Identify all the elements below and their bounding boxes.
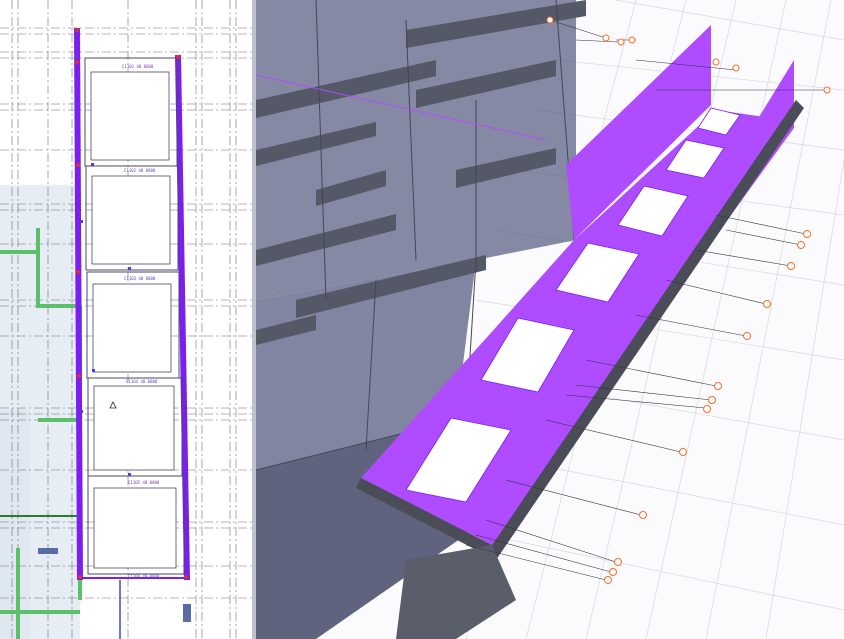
cad-application-window: C1101 40 0800 C1102 40 0800 C1103 40 080… bbox=[0, 0, 844, 639]
grid-bubble[interactable] bbox=[787, 262, 795, 270]
plan-cell-label: C1106 40 0800 bbox=[128, 574, 160, 579]
plan-cell-label: C1103 40 0800 bbox=[124, 276, 156, 281]
plan-cell[interactable]: C1101 40 0800 bbox=[84, 57, 178, 167]
grid-bubble[interactable] bbox=[803, 230, 811, 238]
grid-bubble[interactable] bbox=[703, 405, 711, 413]
plan-cell-label: C1101 40 0800 bbox=[122, 64, 154, 69]
grid-bubble[interactable] bbox=[679, 448, 687, 456]
3d-model-canvas[interactable] bbox=[256, 0, 844, 639]
grid-bubble[interactable] bbox=[639, 511, 647, 519]
grid-bubble[interactable] bbox=[708, 396, 716, 404]
grid-bubble[interactable] bbox=[614, 558, 622, 566]
stair-block bbox=[396, 545, 516, 639]
door-symbol bbox=[38, 548, 58, 554]
grid-bubble[interactable] bbox=[609, 568, 617, 576]
room-area-lower bbox=[0, 410, 30, 639]
grid-bubble[interactable] bbox=[763, 300, 771, 308]
grid-bubble[interactable] bbox=[797, 241, 805, 249]
column-marker bbox=[183, 604, 191, 622]
plan-view-viewport[interactable]: C1101 40 0800 C1102 40 0800 C1103 40 080… bbox=[0, 0, 252, 639]
plan-drawing-canvas[interactable]: C1101 40 0800 C1102 40 0800 C1103 40 080… bbox=[0, 0, 252, 639]
grid-bubble[interactable] bbox=[712, 58, 720, 66]
grid-bubble[interactable] bbox=[604, 576, 612, 584]
plan-cell-label: C1102 40 0800 bbox=[124, 168, 156, 173]
grid-bubble[interactable] bbox=[743, 332, 751, 340]
plan-cell-label: C1105 40 0800 bbox=[128, 480, 160, 485]
plan-cells: C1101 40 0800 C1102 40 0800 C1103 40 080… bbox=[84, 57, 185, 579]
purple-wall-left bbox=[74, 27, 83, 581]
grid-bubble[interactable] bbox=[823, 86, 831, 94]
grid-bubble[interactable] bbox=[628, 36, 636, 44]
grid-bubble[interactable] bbox=[546, 16, 554, 24]
grid-bubble[interactable] bbox=[732, 64, 740, 72]
plan-cell[interactable]: C1103 40 0800 bbox=[86, 271, 180, 379]
plan-cell[interactable]: C1105 40 0800 bbox=[87, 475, 185, 575]
grid-bubble[interactable] bbox=[714, 382, 722, 390]
grid-bubble[interactable] bbox=[617, 38, 625, 46]
grid-bubble[interactable] bbox=[602, 34, 610, 42]
3d-model-viewport[interactable] bbox=[256, 0, 844, 639]
plan-cell[interactable]: C1104 40 0800 bbox=[87, 377, 183, 477]
plan-cell-label: C1104 40 0800 bbox=[126, 379, 158, 384]
plan-cell[interactable]: C1102 40 0800 bbox=[85, 165, 179, 271]
